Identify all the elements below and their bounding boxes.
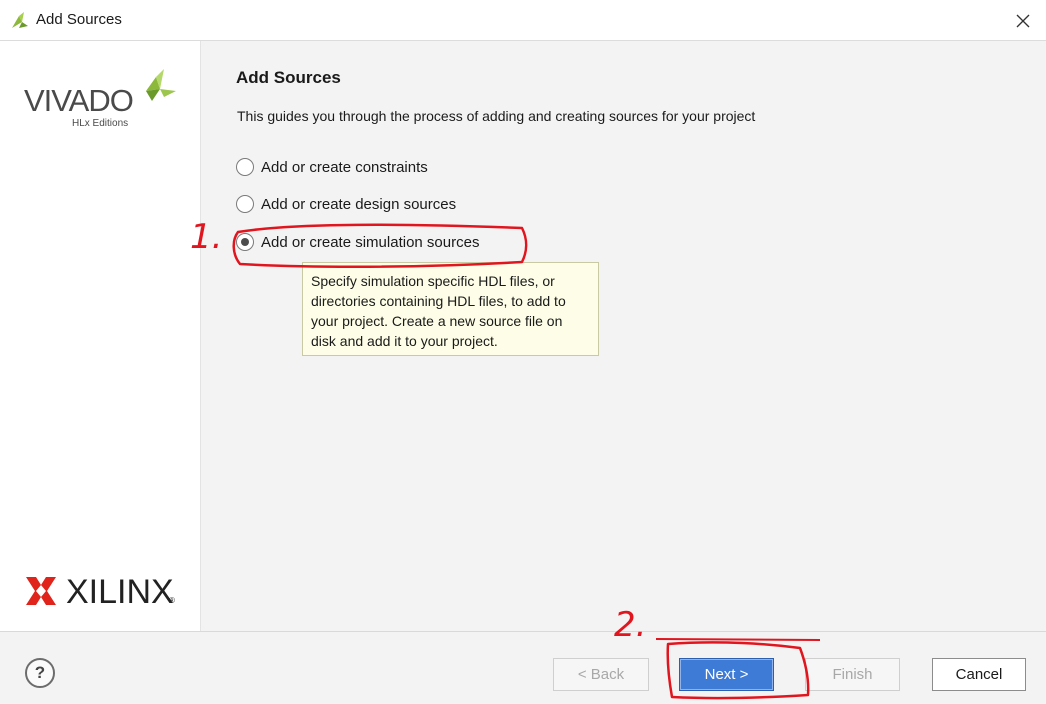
page-description: This guides you through the process of a… [237, 108, 756, 124]
cancel-button[interactable]: Cancel [932, 658, 1026, 691]
help-button[interactable]: ? [25, 658, 55, 688]
button-bar: ? < Back Next > Finish Cancel [0, 631, 1046, 704]
tooltip: Specify simulation specific HDL files, o… [302, 262, 599, 356]
back-button[interactable]: < Back [553, 658, 649, 691]
window-title: Add Sources [36, 11, 122, 28]
sidebar: VIVADO HLx Editions XILINX ® [0, 41, 201, 631]
option-constraints[interactable]: Add or create constraints [236, 156, 428, 178]
next-button[interactable]: Next > [679, 658, 774, 691]
option-label: Add or create constraints [261, 158, 428, 176]
radio-button-selected[interactable] [236, 233, 254, 251]
option-design-sources[interactable]: Add or create design sources [236, 193, 456, 215]
registered-mark: ® [169, 596, 175, 605]
title-bar: Add Sources [0, 0, 1046, 41]
main-panel: Add Sources This guides you through the … [201, 41, 1046, 631]
xilinx-wordmark: XILINX [66, 573, 174, 611]
radio-button[interactable] [236, 158, 254, 176]
vivado-logo: VIVADO HLx Editions [24, 69, 184, 139]
close-button[interactable] [1008, 6, 1038, 36]
option-label: Add or create simulation sources [261, 233, 480, 251]
radio-button[interactable] [236, 195, 254, 213]
vivado-leaf-icon [12, 12, 28, 28]
option-simulation-sources[interactable]: Add or create simulation sources [236, 231, 479, 253]
vivado-edition: HLx Editions [72, 118, 129, 129]
page-title: Add Sources [236, 68, 341, 87]
vivado-wordmark: VIVADO [24, 83, 134, 118]
xilinx-mark-icon [26, 577, 56, 605]
close-icon [1016, 14, 1030, 28]
finish-button[interactable]: Finish [805, 658, 900, 691]
xilinx-logo: XILINX ® [26, 573, 186, 613]
option-label: Add or create design sources [261, 195, 457, 213]
vivado-leaves-icon [146, 69, 176, 101]
